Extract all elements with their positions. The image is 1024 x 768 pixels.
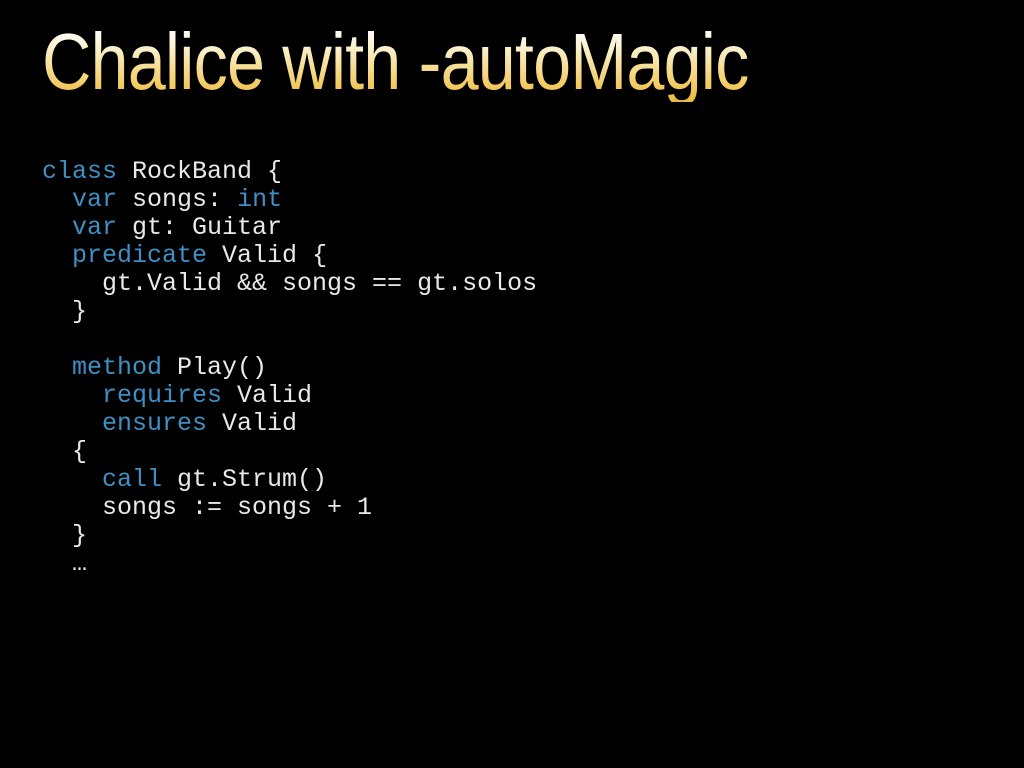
code-text: gt.Strum() [162,465,328,494]
code-line: class RockBand { [42,158,537,186]
code-keyword: int [237,185,283,214]
code-keyword: ensures [102,409,208,438]
code-line: gt.Valid && songs == gt.solos [42,270,537,298]
code-text: Valid [222,381,313,410]
code-line: requires Valid [42,382,537,410]
code-line: } [42,298,537,326]
code-text: songs: [117,185,238,214]
code-keyword: predicate [72,241,208,270]
code-line: ensures Valid [42,410,537,438]
code-line: … [42,550,537,578]
code-text: gt: Guitar [117,213,283,242]
code-keyword: var [72,185,118,214]
code-text: } [72,297,88,326]
code-text: { [72,437,88,466]
code-line: } [42,522,537,550]
code-keyword: call [102,465,163,494]
code-text: songs := songs + 1 [102,493,373,522]
code-line: call gt.Strum() [42,466,537,494]
code-text: Valid [207,409,298,438]
code-keyword: requires [102,381,223,410]
code-keyword: class [42,157,118,186]
page-title: Chalice with -autoMagic [42,17,749,106]
code-text: } [72,521,88,550]
code-text: RockBand { [117,157,283,186]
code-line: method Play() [42,354,537,382]
code-line: predicate Valid { [42,242,537,270]
code-line: var songs: int [42,186,537,214]
code-line: songs := songs + 1 [42,494,537,522]
code-block: class RockBand { var songs: int var gt: … [42,158,537,578]
code-text: … [72,549,88,578]
code-keyword: var [72,213,118,242]
code-text: gt.Valid && songs == gt.solos [102,269,538,298]
presentation-slide: Chalice with -autoMagic class RockBand {… [0,0,1024,768]
code-line: { [42,438,537,466]
code-text: Valid { [207,241,328,270]
code-keyword: method [72,353,163,382]
code-line: var gt: Guitar [42,214,537,242]
code-text: Play() [162,353,268,382]
